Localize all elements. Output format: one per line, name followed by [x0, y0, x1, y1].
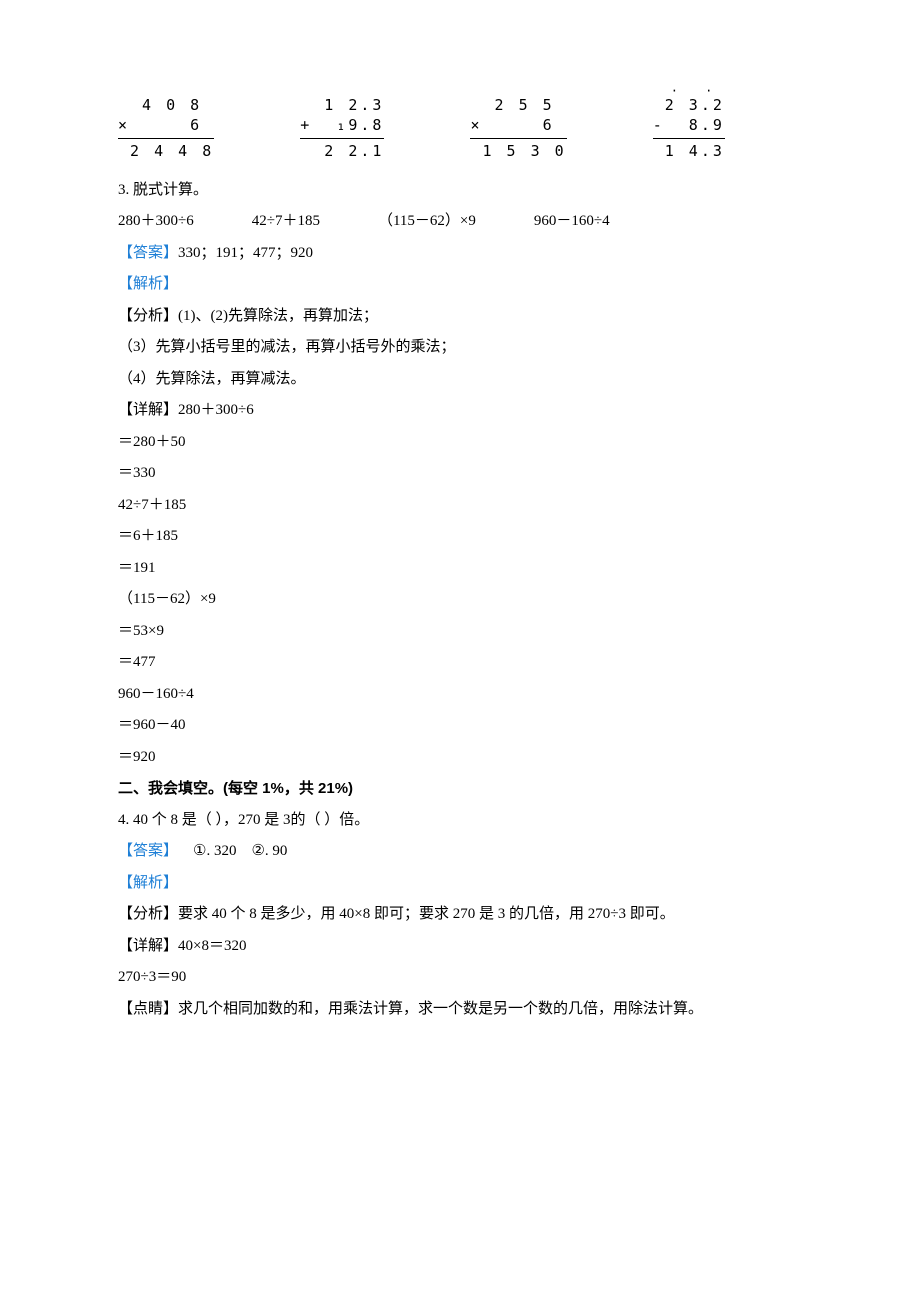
vcalc-1: 4 0 8 × 6 2 4 4 8 — [118, 95, 214, 161]
q3-jiexi: 【解析】 — [118, 269, 802, 301]
q3-s4b: ＝920 — [118, 742, 802, 774]
q3-fenxi4: （4）先算除法，再算减法。 — [118, 364, 802, 396]
q3-answer: 330；191；477；920 — [178, 245, 313, 261]
vcalc-1-rule — [118, 138, 214, 139]
q3-s4h: 960－160÷4 — [118, 679, 802, 711]
vcalc-3-rule — [470, 138, 566, 139]
q4-fenxi: 【分析】要求 40 个 8 是多少，用 40×8 即可；要求 270 是 3 的… — [118, 899, 802, 931]
q3-answer-label: 【答案】 — [118, 245, 178, 261]
q3-s2h: 42÷7＋185 — [118, 490, 802, 522]
q3-xj-head: 【详解】280＋300÷6 — [118, 395, 802, 427]
vcalc-3-r2: × 6 — [470, 115, 566, 135]
q3-p3: （115－62）×9 — [378, 206, 476, 238]
vertical-calc-row: 4 0 8 × 6 2 4 4 8 1 2.3 + ₁9.8 2 2.1 2 5… — [118, 95, 802, 161]
vcalc-3-r1: 2 5 5 — [470, 95, 566, 115]
q4-answer-label: 【答案】 — [118, 843, 178, 859]
q3-title: 3. 脱式计算。 — [118, 175, 802, 207]
q3-xj-expr: 280＋300÷6 — [178, 402, 254, 418]
q3-answer-line: 【答案】330；191；477；920 — [118, 238, 802, 270]
q3-s4a: ＝960－40 — [118, 710, 802, 742]
q4-xj2: 270÷3＝90 — [118, 962, 802, 994]
q3-s3b: ＝477 — [118, 647, 802, 679]
q3-p1: 280＋300÷6 — [118, 206, 194, 238]
q3-problems: 280＋300÷6 42÷7＋185 （115－62）×9 960－160÷4 — [118, 206, 802, 238]
vcalc-4-rule — [653, 138, 725, 139]
vcalc-2-r1: 1 2.3 — [300, 95, 384, 115]
vcalc-3-r3: 1 5 3 0 — [470, 141, 566, 161]
q3-s2a: ＝6＋185 — [118, 521, 802, 553]
section-2-title: 二、我会填空。(每空 1%，共 21%) — [118, 773, 802, 805]
q3-fenxi12: 【分析】(1)、(2)先算除法，再算加法； — [118, 301, 802, 333]
vcalc-4-r1: 2 3.2 — [653, 95, 725, 115]
vcalc-4-r2: - 8.9 — [653, 115, 725, 135]
q4-xj1: 40×8＝320 — [178, 938, 246, 954]
q4-xj-line1: 【详解】40×8＝320 — [118, 931, 802, 963]
vcalc-4: 2 3.2 - 8.9 1 4.3 — [653, 95, 725, 161]
vcalc-2-r3: 2 2.1 — [300, 141, 384, 161]
q3-xj-label: 【详解】 — [118, 402, 178, 418]
vcalc-2-r2: + ₁9.8 — [300, 115, 384, 135]
q3-p4: 960－160÷4 — [534, 206, 610, 238]
q3-s3a: ＝53×9 — [118, 616, 802, 648]
q3-fenxi3: （3）先算小括号里的减法，再算小括号外的乘法； — [118, 332, 802, 364]
vcalc-1-r1: 4 0 8 — [118, 95, 214, 115]
vcalc-2: 1 2.3 + ₁9.8 2 2.1 — [300, 95, 384, 161]
vcalc-4-r3: 1 4.3 — [653, 141, 725, 161]
q3-s2b: ＝191 — [118, 553, 802, 585]
q4-jiexi: 【解析】 — [118, 868, 802, 900]
q3-p2: 42÷7＋185 — [252, 206, 320, 238]
q3-s3h: （115－62）×9 — [118, 584, 802, 616]
vcalc-2-rule — [300, 138, 384, 139]
q4-title: 4. 40 个 8 是（ ），270 是 3的（ ）倍。 — [118, 805, 802, 837]
vcalc-1-r2: × 6 — [118, 115, 214, 135]
q3-s1b: ＝330 — [118, 458, 802, 490]
vcalc-1-r3: 2 4 4 8 — [118, 141, 214, 161]
q3-s1a: ＝280＋50 — [118, 427, 802, 459]
vcalc-3: 2 5 5 × 6 1 5 3 0 — [470, 95, 566, 161]
q4-answer: ①. 320 ②. 90 — [178, 843, 287, 859]
q4-answer-line: 【答案】 ①. 320 ②. 90 — [118, 836, 802, 868]
q4-xj-label: 【详解】 — [118, 938, 178, 954]
q4-dianjing: 【点睛】求几个相同加数的和，用乘法计算，求一个数是另一个数的几倍，用除法计算。 — [118, 994, 802, 1026]
